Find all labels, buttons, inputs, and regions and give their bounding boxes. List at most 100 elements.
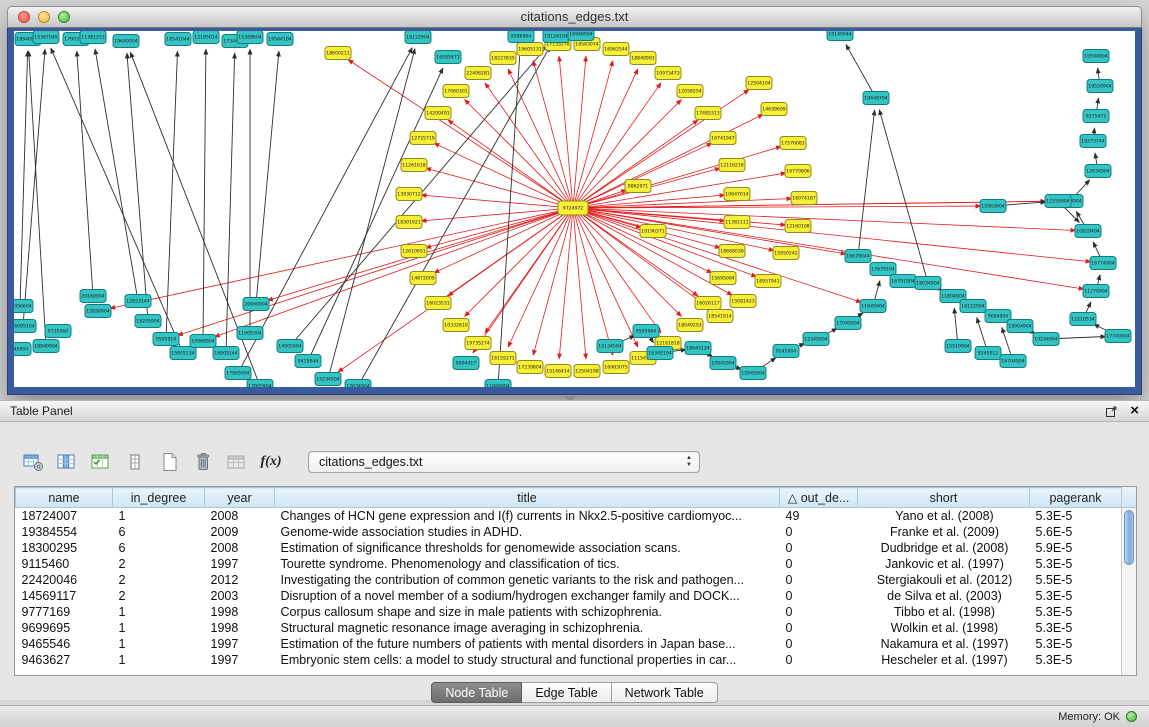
graph-node[interactable]: 11381253	[80, 31, 106, 44]
table-cell[interactable]: 9699695	[16, 620, 113, 636]
import-table-button[interactable]	[222, 449, 252, 475]
table-cell[interactable]: 1997	[205, 652, 275, 668]
table-cell[interactable]: Nakamura et al. (1997)	[858, 636, 1030, 652]
table-row[interactable]: 1830029562008Estimation of significance …	[16, 540, 1122, 556]
graph-node[interactable]: 22406281	[465, 67, 491, 80]
tab-network-table[interactable]: Network Table	[612, 682, 718, 703]
graph-node[interactable]: 18849993	[630, 52, 656, 65]
table-cell[interactable]: Yano et al. (2008)	[858, 508, 1030, 525]
graph-node[interactable]: 15963904	[980, 200, 1006, 213]
table-cell[interactable]: 2009	[205, 524, 275, 540]
table-cell[interactable]: 0	[780, 652, 858, 668]
graph-node[interactable]: 12160108	[785, 220, 811, 233]
column-header-name[interactable]: name	[16, 488, 113, 508]
graph-node[interactable]: 17239804	[517, 361, 543, 374]
graph-node[interactable]: 15510904	[945, 340, 971, 353]
table-cell[interactable]: 5.5E-5	[1030, 572, 1122, 588]
column-header-in_degree[interactable]: in_degree	[113, 488, 205, 508]
table-row[interactable]: 969969511998Structural magnetic resonanc…	[16, 620, 1122, 636]
table-cell[interactable]: Investigating the contribution of common…	[275, 572, 780, 588]
graph-node[interactable]: 16774904	[1090, 257, 1116, 270]
table-cell[interactable]: 18300295	[16, 540, 113, 556]
graph-node[interactable]: 15146414	[545, 365, 571, 378]
graph-node[interactable]: 15945904	[740, 367, 766, 380]
column-header-pagerank[interactable]: pagerank	[1030, 488, 1122, 508]
graph-node[interactable]: 19448794	[863, 92, 889, 105]
table-cell[interactable]: Wolkin et al. (1998)	[858, 620, 1030, 636]
graph-edge[interactable]	[473, 208, 573, 353]
graph-node[interactable]: 15905134	[170, 347, 196, 360]
table-cell[interactable]: 1	[113, 652, 205, 668]
graph-node[interactable]: 18957941	[755, 275, 781, 288]
graph-node[interactable]: 16026117	[695, 297, 721, 310]
table-row[interactable]: 911546021997Tourette syndrome. Phenomeno…	[16, 556, 1122, 572]
graph-node[interactable]: 9724972	[558, 201, 588, 215]
graph-node[interactable]: 11060904	[485, 380, 511, 388]
table-cell[interactable]: Jankovic et al. (1997)	[858, 556, 1030, 572]
graph-node[interactable]: 18600211	[325, 47, 351, 60]
column-header-short[interactable]: short	[858, 488, 1030, 508]
graph-node[interactable]: 14872009	[410, 272, 436, 285]
table-cell[interactable]: 5.3E-5	[1030, 620, 1122, 636]
table-cell[interactable]: 1997	[205, 636, 275, 652]
table-cell[interactable]: 1	[113, 604, 205, 620]
close-window-button[interactable]	[18, 11, 30, 23]
function-builder-button[interactable]: f(x)	[256, 449, 286, 475]
table-cell[interactable]: Embryonic stem cells: a model to study s…	[275, 652, 780, 668]
graph-node[interactable]: 15850904	[85, 305, 111, 318]
select-columns-button[interactable]	[52, 449, 82, 475]
graph-edge[interactable]	[464, 99, 573, 208]
graph-node[interactable]: 16741947	[710, 132, 736, 145]
graph-edge[interactable]	[573, 90, 749, 208]
graph-node[interactable]: 12905904	[247, 380, 273, 388]
graph-node[interactable]: 15389604	[237, 31, 263, 44]
table-cell[interactable]: 5.6E-5	[1030, 524, 1122, 540]
network-canvas[interactable]: 1856307416962544188499931097347312058254…	[14, 31, 1135, 387]
column-header-out_de[interactable]: △ out_de...	[780, 488, 858, 508]
graph-node[interactable]: 19605131	[517, 43, 543, 56]
table-cell[interactable]: 0	[780, 620, 858, 636]
graph-node[interactable]: 9862971	[625, 180, 651, 193]
column-header-title[interactable]: title	[275, 488, 780, 508]
table-cell[interactable]: 0	[780, 636, 858, 652]
table-row[interactable]: 1872400712008Changes of HCN gene express…	[16, 508, 1122, 525]
graph-node[interactable]: 10196371	[640, 225, 666, 238]
graph-edge[interactable]	[20, 51, 28, 306]
graph-node[interactable]: 12504198	[574, 365, 600, 378]
table-cell[interactable]: Disruption of a novel member of a sodium…	[275, 588, 780, 604]
edit-rows-button[interactable]	[86, 449, 116, 475]
table-cell[interactable]: Hescheler et al. (1997)	[858, 652, 1030, 668]
graph-node[interactable]: 12634904	[1085, 165, 1111, 178]
graph-node[interactable]: 18227835	[490, 52, 516, 65]
graph-node[interactable]: 11381111	[724, 216, 750, 229]
delete-column-button[interactable]	[188, 449, 218, 475]
graph-node[interactable]: 10945904	[710, 357, 736, 370]
table-cell[interactable]: Dudbridge et al. (2008)	[858, 540, 1030, 556]
graph-edge[interactable]	[573, 208, 862, 302]
table-cell[interactable]: 0	[780, 604, 858, 620]
graph-node[interactable]: 11261618	[401, 159, 427, 172]
graph-node[interactable]: 10647014	[724, 188, 750, 201]
table-cell[interactable]: 5.3E-5	[1030, 652, 1122, 668]
graph-node[interactable]: 9745004	[14, 343, 31, 356]
graph-node[interactable]: 16345104	[647, 347, 673, 360]
table-cell[interactable]: 2008	[205, 540, 275, 556]
table-row[interactable]: 2242004622012Investigating the contribut…	[16, 572, 1122, 588]
table-cell[interactable]: Structural magnetic resonance image aver…	[275, 620, 780, 636]
graph-node[interactable]: 9604417	[453, 357, 479, 370]
graph-edge[interactable]	[166, 51, 178, 339]
graph-edge[interactable]	[533, 208, 573, 355]
table-cell[interactable]: 2003	[205, 588, 275, 604]
minimize-window-button[interactable]	[38, 11, 50, 23]
table-cell[interactable]: 2	[113, 588, 205, 604]
graph-node[interactable]: 12610651	[401, 245, 427, 258]
scrollbar-thumb[interactable]	[1124, 510, 1134, 565]
graph-node[interactable]: 18273744	[1080, 135, 1106, 148]
column-header-year[interactable]: year	[205, 488, 275, 508]
table-cell[interactable]: 5.3E-5	[1030, 556, 1122, 572]
graph-node[interactable]: 16023531	[425, 297, 451, 310]
graph-node[interactable]: 9275472	[1083, 110, 1109, 123]
table-cell[interactable]: 9777169	[16, 604, 113, 620]
graph-node[interactable]: 16155271	[490, 352, 516, 365]
table-cell[interactable]: 2	[113, 556, 205, 572]
